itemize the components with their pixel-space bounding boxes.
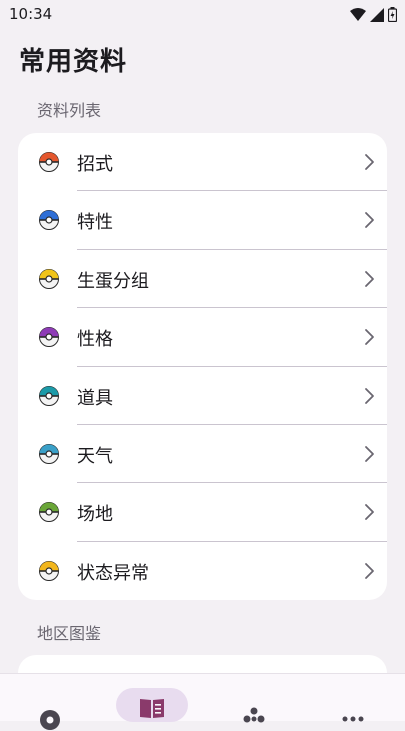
chevron-right-icon [365,504,374,521]
list-item-label: 特性 [77,212,113,234]
list-item[interactable]: 性格 [18,308,387,367]
pokeball-icon [39,560,59,581]
list-item[interactable]: 生蛋分组 [18,250,387,309]
list-item[interactable]: 天气 [18,425,387,484]
list-item-label: 状态异常 [77,562,149,584]
pokeball-icon [39,502,59,523]
list-item[interactable]: 道具 [18,367,387,425]
pokeball-icon [39,268,59,289]
list-item-label: 场地 [77,504,113,526]
nav-book-icon[interactable] [139,697,165,719]
list-item-label: 生蛋分组 [77,270,149,292]
section-title-list: 资料列表 [37,101,102,120]
section-title-region: 地区图鉴 [37,624,102,643]
chevron-right-icon [365,562,374,579]
status-time: 10:34 [9,5,53,23]
chevron-right-icon [365,446,374,462]
page-title: 常用资料 [19,47,128,77]
pokeball-icon [39,210,59,231]
list-item[interactable]: 场地 [18,483,387,542]
list-item[interactable]: 状态异常 [18,542,387,600]
status-bar: 10:34 [0,0,405,30]
list-item[interactable]: 特性 [18,191,387,250]
wifi-icon [350,7,366,21]
status-icons [350,7,397,22]
list-item[interactable]: 招式 [18,133,387,192]
chevron-right-icon [365,154,374,170]
list-item-label: 招式 [77,154,113,175]
bottom-nav [0,673,405,730]
chevron-right-icon [365,387,374,404]
pokeball-icon [39,152,59,172]
nav-pokeball-icon[interactable] [39,709,61,731]
list-item-label: 道具 [77,387,113,409]
pokeball-icon [39,327,59,348]
nav-more-icon[interactable] [342,716,364,722]
chevron-right-icon [365,212,374,229]
chevron-right-icon [365,329,374,346]
list-item-label: 天气 [77,445,113,467]
pokeball-icon [39,385,59,406]
nav-sparkle-icon[interactable] [242,707,266,727]
pokeball-icon [39,443,59,464]
battery-icon [388,7,397,22]
data-list-card: 招式特性生蛋分组性格道具天气场地状态异常 [18,133,387,600]
chevron-right-icon [365,270,374,287]
signal-icon [370,7,384,22]
list-item-label: 性格 [77,329,113,351]
